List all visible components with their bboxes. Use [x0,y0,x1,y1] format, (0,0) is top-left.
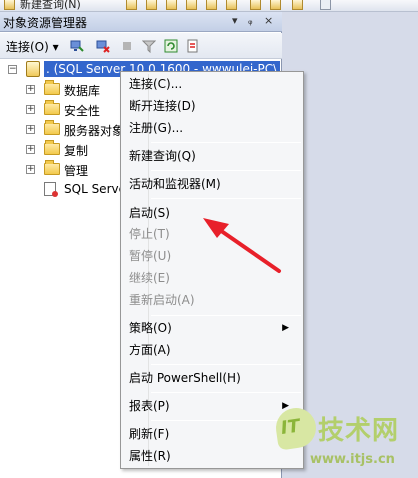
agent-stopped-icon [44,182,58,197]
menu-separator [151,142,301,143]
disconnect-icon[interactable] [96,39,110,53]
connect-object-icon[interactable] [70,39,84,53]
watermark-logo: IT [273,405,319,451]
menu-item-disconnect[interactable]: 断开连接(D) [129,96,196,116]
folder-icon [44,160,60,175]
menu-separator [151,392,301,393]
script-icon[interactable] [186,39,200,53]
toolbar-icon-1[interactable] [126,0,137,10]
watermark-name: 技术网 [318,416,400,446]
toolbar-icon-9[interactable] [292,0,303,10]
tree-item-label: 复制 [64,144,89,158]
toolbar-icon-3[interactable] [166,0,177,10]
menu-item-properties[interactable]: 属性(R) [129,446,171,466]
menu-item-connect[interactable]: 连接(C)... [129,74,182,94]
folder-icon [44,80,60,95]
folder-icon [44,140,60,155]
open-folder-icon[interactable] [250,0,261,10]
refresh-icon[interactable] [164,39,178,53]
menu-item-facets[interactable]: 方面(A) [129,340,171,360]
toolbar-icon-5[interactable] [206,0,217,10]
expand-icon[interactable]: + [26,165,35,174]
explorer-toolbar: 连接(O) ▾ [0,33,282,59]
menu-item-start-powershell[interactable]: 启动 PowerShell(H) [129,368,241,388]
server-icon [26,61,40,77]
autohide-pin-icon[interactable]: ᵩ [248,14,253,27]
toolbar-icon-4[interactable] [186,0,197,10]
tree-item-label: 服务器对象 [64,124,125,138]
menu-item-register[interactable]: 注册(G)... [129,118,183,138]
menu-item-resume: 继续(E) [129,271,170,285]
folder-icon [44,120,60,135]
connect-button[interactable]: 连接(O) ▾ [6,38,59,55]
submenu-arrow-icon: ▶ [282,323,289,333]
main-toolbar: 新建查询(N) [0,0,418,12]
menu-item-stop: 停止(T) [129,227,170,241]
panel-title: 对象资源管理器 [3,16,88,30]
toolbar-icon-6[interactable] [226,0,237,10]
red-arrow-annotation [203,218,281,273]
expand-icon[interactable]: + [26,105,35,114]
toolbar-icon-8[interactable] [270,0,281,10]
menu-item-policies[interactable]: 策略(O) ▶ [129,318,297,338]
expand-icon[interactable]: + [26,125,35,134]
menu-item-refresh[interactable]: 刷新(F) [129,424,169,444]
window-icon[interactable] [320,0,331,10]
toolbar-icon-2[interactable] [146,0,157,10]
menu-item-pause: 暂停(U) [129,249,172,263]
menu-item-start[interactable]: 启动(S) [129,203,170,223]
menu-item-activity-monitor[interactable]: 活动和监视器(M) [129,174,221,194]
menu-separator [151,170,301,171]
chevron-down-icon: ▾ [52,40,59,54]
expand-icon[interactable]: + [26,145,35,154]
new-query-button[interactable]: 新建查询(N) [20,0,81,11]
tree-item-label: 数据库 [64,84,101,98]
menu-separator [151,315,301,316]
menu-item-new-query[interactable]: 新建查询(Q) [129,146,196,166]
menu-item-restart: 重新启动(A) [129,293,195,307]
site-watermark: IT 技术网 www.itjs.cn [270,396,418,478]
stop-icon[interactable] [120,39,134,53]
watermark-url: www.itjs.cn [310,452,395,467]
tree-item-label: 管理 [64,164,89,178]
panel-title-bar: 对象资源管理器 ▾ ᵩ × [0,12,282,32]
tree-item-label: 安全性 [64,104,101,118]
new-query-icon[interactable] [4,0,15,10]
filter-icon[interactable] [142,39,156,53]
menu-separator [151,364,301,365]
collapse-icon[interactable]: − [8,65,17,74]
folder-icon [44,100,60,115]
close-icon[interactable]: × [264,14,273,27]
panel-dropdown-icon[interactable]: ▾ [232,14,238,27]
expand-icon[interactable]: + [26,85,35,94]
menu-separator [151,198,301,199]
